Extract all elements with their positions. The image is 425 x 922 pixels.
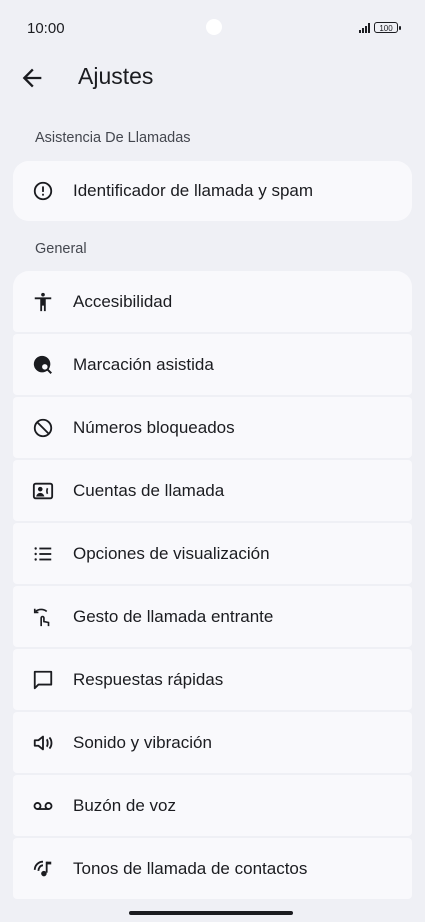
app-header: Ajustes	[0, 58, 425, 104]
globe-search-icon	[32, 354, 54, 376]
camera-cutout	[206, 19, 222, 35]
signal-icon	[359, 22, 370, 33]
list-item-display-options[interactable]: Opciones de visualización	[13, 523, 412, 584]
list-item-incoming-call-gesture[interactable]: Gesto de llamada entrante	[13, 586, 412, 647]
list-item-label: Accesibilidad	[73, 291, 173, 311]
list-item-label: Tonos de llamada de contactos	[73, 858, 308, 878]
arrow-back-icon	[22, 68, 42, 88]
list-item-sound-vibration[interactable]: Sonido y vibración	[13, 712, 412, 773]
voicemail-icon	[32, 795, 54, 817]
section-label-general: General	[35, 241, 87, 257]
list-item-quick-responses[interactable]: Respuestas rápidas	[13, 649, 412, 710]
page-title: Ajustes	[78, 63, 154, 89]
section-label-assist: Asistencia De Llamadas	[35, 130, 191, 146]
chat-bubble-icon	[32, 669, 54, 691]
list-item-label: Marcación asistida	[73, 354, 214, 374]
list-icon	[32, 543, 54, 565]
list-item-label: Gesto de llamada entrante	[73, 606, 274, 626]
list-item-accessibility[interactable]: Accesibilidad	[13, 271, 412, 332]
list-item-label: Cuentas de llamada	[73, 480, 225, 500]
back-button[interactable]	[18, 64, 46, 92]
general-card: Accesibilidad Marcación asistida Números…	[13, 271, 412, 911]
list-item-contact-ringtones[interactable]: Tonos de llamada de contactos	[13, 838, 412, 899]
list-item-assisted-dialing[interactable]: Marcación asistida	[13, 334, 412, 395]
volume-icon	[32, 732, 54, 754]
list-item-label: Respuestas rápidas	[73, 669, 224, 689]
home-indicator[interactable]	[129, 911, 293, 915]
accessibility-icon	[32, 291, 54, 313]
status-icons: 100	[359, 22, 401, 33]
block-icon	[32, 417, 54, 439]
list-item-label: Buzón de voz	[73, 795, 177, 815]
status-bar: 10:00 100	[0, 0, 425, 58]
list-item-label: Identificador de llamada y spam	[73, 181, 314, 200]
list-item-label: Opciones de visualización	[73, 543, 270, 563]
list-item-calling-accounts[interactable]: Cuentas de llamada	[13, 460, 412, 521]
list-item-blocked-numbers[interactable]: Números bloqueados	[13, 397, 412, 458]
list-item-label: Sonido y vibración	[73, 732, 212, 752]
status-time: 10:00	[27, 20, 65, 37]
swipe-gesture-icon	[32, 606, 54, 628]
list-item-label: Números bloqueados	[73, 417, 235, 437]
list-item-caller-id-spam[interactable]: Identificador de llamada y spam	[13, 161, 412, 221]
battery-level: 100	[379, 24, 393, 33]
assist-card: Identificador de llamada y spam	[13, 161, 412, 221]
contact-card-icon	[32, 480, 54, 502]
battery-icon: 100	[374, 22, 401, 33]
alert-circle-icon	[32, 180, 54, 202]
ringtone-icon	[32, 858, 54, 880]
list-item-voicemail[interactable]: Buzón de voz	[13, 775, 412, 836]
